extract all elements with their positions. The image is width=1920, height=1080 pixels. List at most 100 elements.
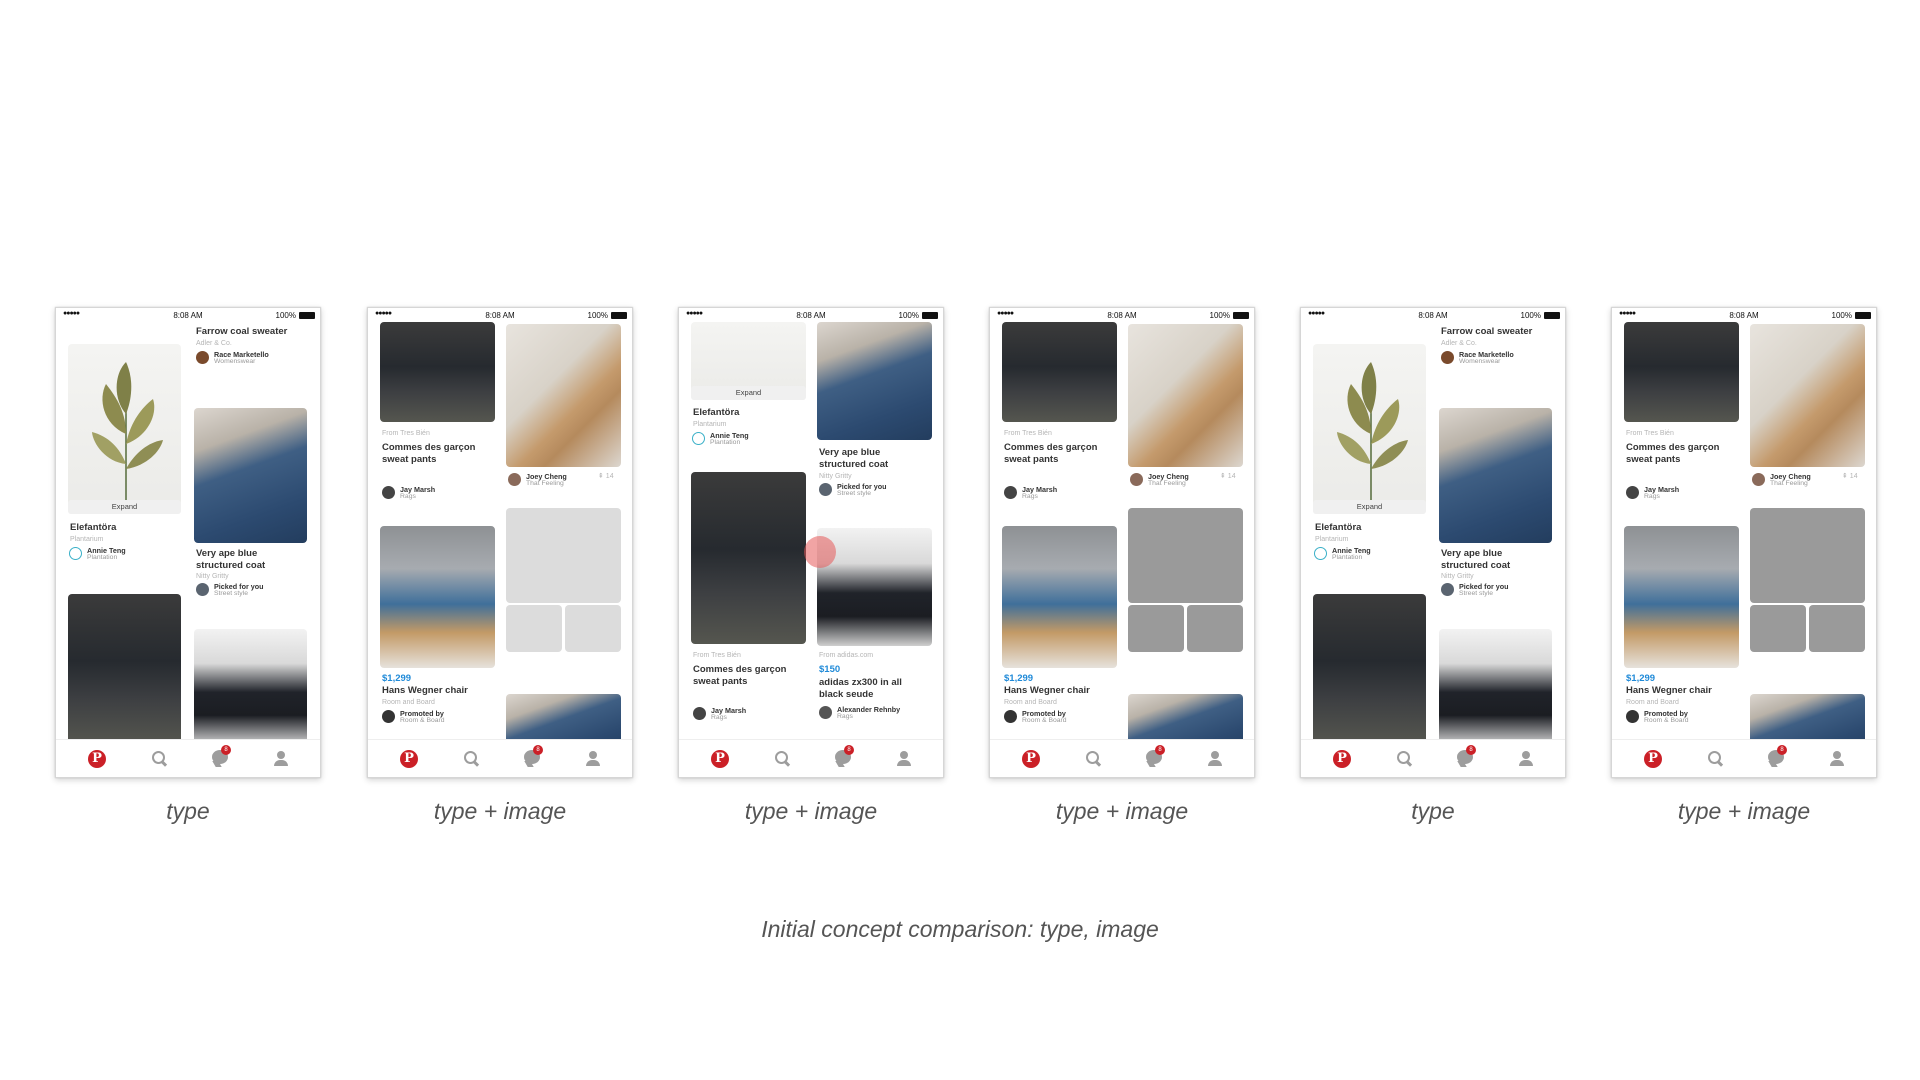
pin-attribution: Alexander Rehnby Rags — [819, 705, 931, 721]
pin-from: From adidas.com — [819, 652, 874, 659]
placeholder-image[interactable] — [565, 605, 621, 652]
pin-price: $150 — [819, 664, 841, 675]
phone-mockup-type-image-3: ●●●●● 8:08 AM 100% From Tres Bién Commes… — [989, 307, 1255, 778]
tab-messages[interactable]: 8 — [1457, 745, 1477, 770]
dog-image[interactable] — [1128, 324, 1243, 467]
sneaker-image[interactable] — [1439, 629, 1552, 741]
repin-count: ⇞ 14 — [1842, 473, 1858, 480]
mockup-caption: type + image — [433, 798, 567, 824]
placeholder-image[interactable] — [1809, 605, 1865, 652]
sneaker-image[interactable] — [194, 629, 307, 741]
pin-title: Commes des garçon sweat pants — [382, 442, 476, 465]
tab-search[interactable] — [774, 750, 794, 770]
tab-search[interactable] — [1396, 750, 1416, 770]
tab-home[interactable]: P — [88, 750, 108, 770]
shoe-image[interactable] — [1313, 594, 1426, 741]
tab-messages[interactable]: 8 — [212, 745, 232, 770]
tab-search[interactable] — [151, 750, 171, 770]
shoe-image[interactable] — [380, 322, 495, 422]
dog-image[interactable] — [1750, 324, 1865, 467]
placeholder-image[interactable] — [506, 508, 621, 603]
tab-profile[interactable] — [1518, 750, 1538, 770]
status-bar: ●●●●● 8:08 AM 100% — [990, 308, 1254, 322]
tab-bar: P 8 — [368, 739, 632, 777]
placeholder-image[interactable] — [1128, 605, 1184, 652]
attribution-board: Womenswear — [1459, 358, 1501, 365]
placeholder-image[interactable] — [1750, 508, 1865, 603]
plant-illustration — [92, 362, 163, 509]
tab-bar: P 8 — [56, 739, 320, 777]
jacket-image[interactable] — [194, 408, 307, 543]
expand-button[interactable]: Expand — [1313, 500, 1426, 514]
battery-level: 100% — [898, 311, 919, 320]
chair-image[interactable] — [1002, 526, 1117, 668]
pin-attribution: Promoted by Room & Board — [382, 709, 494, 725]
tab-home[interactable]: P — [1644, 750, 1664, 770]
plant-image[interactable] — [1313, 344, 1426, 514]
pin-source: Nitty Gritty — [196, 573, 229, 580]
tab-messages[interactable]: 8 — [1768, 745, 1788, 770]
tab-messages[interactable]: 8 — [835, 745, 855, 770]
pin-source: Nitty Gritty — [1441, 573, 1474, 580]
pin-attribution: Jay Marsh Rags — [1626, 485, 1736, 501]
status-bar: ●●●●● 8:08 AM 100% — [1612, 308, 1876, 322]
placeholder-image[interactable] — [506, 605, 562, 652]
expand-button[interactable]: Expand — [68, 500, 181, 514]
plant-image[interactable] — [68, 344, 181, 514]
tab-home[interactable]: P — [400, 750, 420, 770]
tab-search[interactable] — [1085, 750, 1105, 770]
tab-messages[interactable]: 8 — [1146, 745, 1166, 770]
attribution-board: Room & Board — [1644, 717, 1689, 724]
pin-feed: From Tres Bién Commes des garçon sweat p… — [368, 322, 632, 741]
pin-attribution: Jay Marsh Rags — [1004, 485, 1114, 501]
chair-image[interactable] — [1624, 526, 1739, 668]
pin-attribution: Picked for you Street style — [819, 482, 931, 498]
tab-profile[interactable] — [585, 750, 605, 770]
tab-messages[interactable]: 8 — [524, 745, 544, 770]
tab-profile[interactable] — [1207, 750, 1227, 770]
pin-price: $1,299 — [1626, 673, 1656, 684]
placeholder-image[interactable] — [1750, 605, 1806, 652]
tab-search[interactable] — [1707, 750, 1727, 770]
jacket-image[interactable] — [817, 322, 932, 440]
tab-profile[interactable] — [896, 750, 916, 770]
battery-level: 100% — [1209, 311, 1230, 320]
attribution-board: Room & Board — [400, 717, 445, 724]
tab-bar: P 8 — [679, 739, 943, 777]
pin-price: $1,299 — [382, 673, 412, 684]
shoe-image[interactable] — [1002, 322, 1117, 422]
shoe-image[interactable] — [691, 472, 806, 644]
tab-profile[interactable] — [1829, 750, 1849, 770]
pinterest-logo-icon: P — [88, 750, 106, 768]
pin-title: Very ape blue structured coat — [1441, 548, 1511, 571]
avatar — [196, 351, 209, 364]
pin-source: Adler & Co. — [196, 340, 232, 347]
tab-search[interactable] — [463, 750, 483, 770]
tab-home[interactable]: P — [711, 750, 731, 770]
pin-from: From Tres Bién — [1626, 430, 1674, 437]
battery-level: 100% — [1520, 311, 1541, 320]
attribution-board: Rags — [1022, 493, 1038, 500]
notification-badge: 8 — [1155, 745, 1165, 755]
tab-home[interactable]: P — [1022, 750, 1042, 770]
shoe-image[interactable] — [1624, 322, 1739, 422]
pin-title: adidas zx300 in all black seude — [819, 677, 902, 700]
mockup-caption: type — [166, 798, 210, 824]
dog-image[interactable] — [506, 324, 621, 467]
expand-button[interactable]: Expand — [691, 386, 806, 400]
tab-home[interactable]: P — [1333, 750, 1353, 770]
tab-profile[interactable] — [273, 750, 293, 770]
pin-attribution: Annie Teng Plantation — [1314, 546, 1424, 562]
jacket-image[interactable] — [1439, 408, 1552, 543]
attribution-board: That Feeling — [1770, 480, 1808, 487]
placeholder-image[interactable] — [1128, 508, 1243, 603]
shoe-image[interactable] — [68, 594, 181, 741]
placeholder-image[interactable] — [1187, 605, 1243, 652]
tab-bar: P 8 — [1612, 739, 1876, 777]
pin-attribution: Picked for you Street style — [1441, 582, 1556, 598]
chair-image[interactable] — [380, 526, 495, 668]
battery-icon — [922, 312, 938, 319]
jacket-image[interactable] — [1750, 694, 1865, 741]
jacket-image[interactable] — [1128, 694, 1243, 741]
jacket-image[interactable] — [506, 694, 621, 741]
